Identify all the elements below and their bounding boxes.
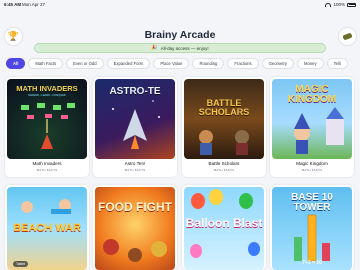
tablet-badge: Tablet [13, 261, 29, 267]
game-card-astro-ten[interactable]: ASTRO-TE Astro Ten! MATH FACTS [93, 77, 177, 177]
food-fight-art: FOOD FIGHT [95, 187, 175, 270]
category-tabs: All Math Facts Even or Odd Expanded Form… [6, 58, 348, 69]
balloon-blast-art-title: Balloon Blast [185, 216, 263, 230]
card-category: MATH FACTS [213, 168, 235, 172]
math-invaders-art: MATH INVADERS DEFEND • LEARN • CONQUER [7, 79, 87, 159]
tab-place-value[interactable]: Place Value [153, 58, 190, 69]
tab-even-or-odd[interactable]: Even or Odd [66, 58, 104, 69]
access-banner: 🎉 All-day access — enjoy! [34, 43, 326, 53]
base-10-tower-art: BASE 10 TOWER 7+3 = 10 [272, 187, 352, 270]
tab-math-facts[interactable]: Math Facts [28, 58, 64, 69]
math-invaders-illustration [21, 103, 75, 149]
tab-telling[interactable]: Telli [326, 58, 348, 69]
game-card-math-invaders[interactable]: MATH INVADERS DEFEND • LEARN • CONQUER M… [5, 77, 89, 177]
balloon-blast-art: Balloon Blast [184, 187, 264, 270]
status-indicators: 100% [325, 2, 356, 7]
game-card-balloon-blast[interactable]: Balloon Blast [182, 185, 266, 270]
battery-percent: 100% [333, 2, 345, 7]
status-date: Mon Apr 27 [22, 2, 46, 7]
card-category: MATH FACTS [301, 168, 323, 172]
magic-kingdom-illustration [294, 107, 344, 154]
base-10-tower-equation: 7+3 = 10 [302, 260, 322, 266]
game-card-base-10-tower[interactable]: BASE 10 TOWER 7+3 = 10 [270, 185, 354, 270]
magic-kingdom-art: MAGIC KINGDOM [272, 79, 352, 159]
game-card-magic-kingdom[interactable]: MAGIC KINGDOM Magic Kingdom MATH FACTS [270, 77, 354, 177]
tab-expanded-form[interactable]: Expanded Form [106, 58, 151, 69]
party-icon: 🎉 [151, 45, 158, 51]
tab-money[interactable]: Money [297, 58, 324, 69]
astro-ten-art: ASTRO-TE [95, 79, 175, 159]
base-10-tower-illustration [294, 214, 330, 262]
card-name: Magic Kingdom [296, 161, 328, 166]
card-category: MATH FACTS [124, 168, 146, 172]
battery-icon [347, 2, 356, 7]
beach-war-art: BEACH WAR Tablet [7, 187, 87, 270]
battle-scholars-art: BATTLE SCHOLARS [184, 79, 264, 159]
status-bar: 6:45 AM Mon Apr 27 100% [0, 0, 360, 9]
game-card-battle-scholars[interactable]: BATTLE SCHOLARS Battle Scholars MATH FAC… [182, 77, 266, 177]
status-time: 6:45 AM [4, 2, 22, 7]
tab-fractions[interactable]: Fractions [227, 58, 259, 69]
page-title: Brainy Arcade [144, 29, 216, 41]
game-card-food-fight[interactable]: FOOD FIGHT [93, 185, 177, 270]
card-name: Math Invaders [32, 161, 62, 166]
beach-war-illustration [21, 199, 71, 214]
card-name: Astro Ten! [124, 161, 146, 166]
game-card-beach-war[interactable]: BEACH WAR Tablet [5, 185, 89, 270]
banner-text: All-day access — enjoy! [160, 45, 209, 51]
wifi-icon [325, 2, 332, 7]
card-category: MATH FACTS [36, 168, 58, 172]
astro-ten-illustration [112, 100, 160, 149]
card-name: Battle Scholars [208, 161, 240, 166]
tab-geometry[interactable]: Geometry [261, 58, 294, 69]
tab-rounding[interactable]: Rounding [192, 58, 225, 69]
food-fight-illustration [103, 239, 167, 262]
battle-scholars-illustration [199, 130, 249, 155]
tab-all[interactable]: All [6, 58, 26, 69]
